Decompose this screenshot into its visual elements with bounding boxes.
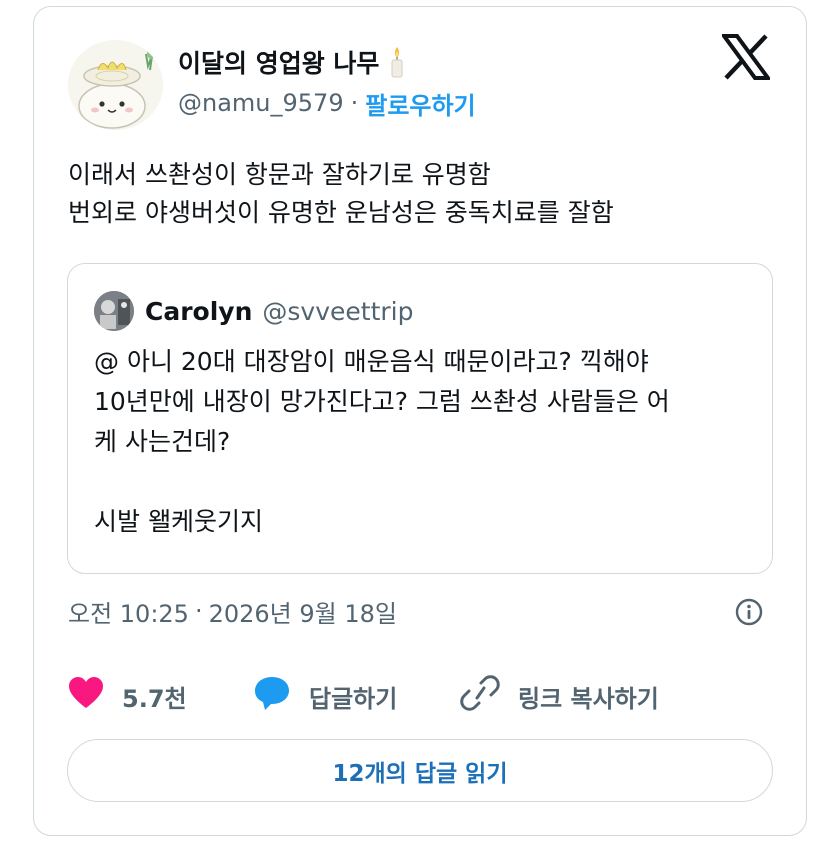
quoted-author-avatar[interactable] — [94, 291, 134, 331]
copy-link-label: 링크 복사하기 — [518, 684, 659, 713]
like-button[interactable]: 5.7천 — [68, 676, 187, 716]
quoted-text-line: 10년만에 내장이 망가진다고? 그럼 쓰촨성 사람들은 어 — [94, 387, 670, 416]
read-replies-label: 12개의 답글 읽기 — [332, 760, 508, 787]
reply-label: 답글하기 — [309, 684, 398, 713]
timestamp-row: 오전 10:25 · 2026년 9월 18일 — [68, 591, 397, 631]
link-icon — [460, 674, 518, 718]
quoted-text-line: 시발 왤케웃기지 — [94, 507, 263, 536]
reply-button[interactable]: 답글하기 — [253, 676, 397, 716]
quoted-author-row: Carolyn @svveettrip — [145, 291, 413, 331]
quoted-text-line: @ 아니 20대 대장암이 매운음식 때문이라고? 끽해야 — [94, 347, 649, 376]
quoted-tweet[interactable]: Carolyn @svveettrip @ 아니 20대 대장암이 매운음식 때… — [67, 263, 773, 574]
copy-link-button[interactable]: 링크 복사하기 — [460, 674, 659, 718]
tweet-text-line: 번외로 야생버섯이 유명한 운남성은 중독치료를 잘함 — [68, 198, 614, 227]
timestamp-separator: · — [194, 597, 203, 625]
tweet-date[interactable]: 2026년 9월 18일 — [209, 594, 397, 629]
handle-separator: · — [350, 89, 359, 117]
candle-icon — [387, 45, 407, 79]
info-icon[interactable] — [735, 598, 763, 626]
x-logo-icon[interactable] — [720, 34, 772, 80]
speech-bubble-icon — [253, 675, 309, 717]
like-count: 5.7천 — [122, 684, 187, 713]
author-name[interactable]: 이달의 영업왕 나무 — [178, 44, 379, 80]
quoted-text-line: 케 사는건데? — [94, 427, 231, 456]
author-avatar[interactable] — [68, 40, 163, 130]
tweet-text-line: 이래서 쓰촨성이 항문과 잘하기로 유명함 — [68, 160, 491, 189]
author-handle[interactable]: @namu_9579 — [178, 89, 344, 117]
author-name-row: 이달의 영업왕 나무 — [178, 42, 407, 82]
heart-icon — [68, 676, 122, 716]
quoted-author-name[interactable]: Carolyn — [145, 297, 252, 326]
quoted-author-handle[interactable]: @svveettrip — [262, 297, 413, 326]
action-bar: 5.7천 답글하기 링크 복사하기 — [68, 674, 768, 718]
quoted-tweet-text: @ 아니 20대 대장암이 매운음식 때문이라고? 끽해야 10년만에 내장이 … — [94, 342, 754, 542]
follow-button[interactable]: 팔로우하기 — [365, 86, 475, 121]
tweet-text: 이래서 쓰촨성이 항문과 잘하기로 유명함 번외로 야생버섯이 유명한 운남성은… — [68, 156, 614, 232]
author-handle-row: @namu_9579 · 팔로우하기 — [178, 86, 476, 120]
read-replies-button[interactable]: 12개의 답글 읽기 — [67, 739, 773, 802]
tweet-time[interactable]: 오전 10:25 — [68, 594, 189, 629]
